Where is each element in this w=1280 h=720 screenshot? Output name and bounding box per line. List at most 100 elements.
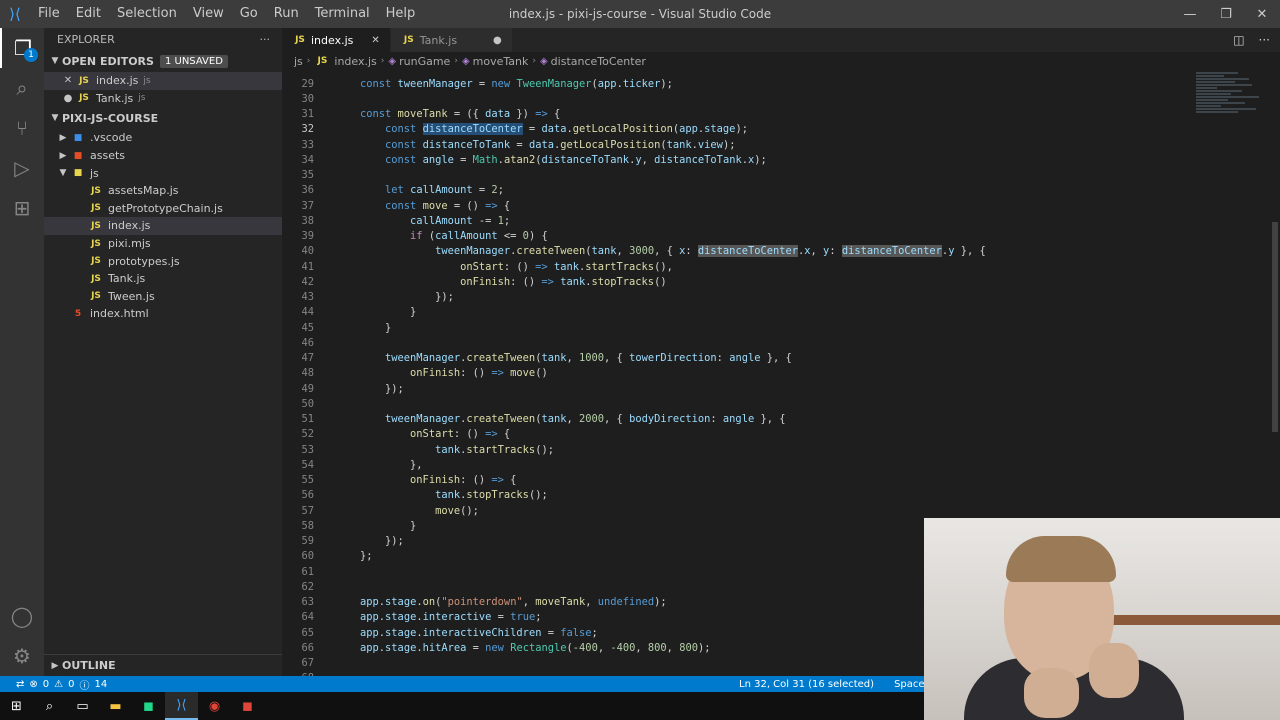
code-line[interactable]: 51 tweenManager.createTween(tank, 2000, … bbox=[282, 412, 1280, 427]
code-line[interactable]: 52 onStart: () => { bbox=[282, 427, 1280, 442]
source-control-icon[interactable]: ⑂ bbox=[0, 108, 44, 148]
code-text[interactable]: const moveTank = ({ data }) => { bbox=[360, 108, 560, 120]
code-line[interactable]: 32 const distanceToCenter = data.getLoca… bbox=[282, 122, 1280, 137]
search-icon[interactable]: ⌕ bbox=[0, 68, 44, 108]
code-line[interactable]: 35 bbox=[282, 168, 1280, 183]
breadcrumb-item[interactable]: js bbox=[294, 55, 303, 68]
code-line[interactable]: 45 } bbox=[282, 320, 1280, 335]
account-icon[interactable]: ◯ bbox=[0, 596, 44, 636]
tree-file[interactable]: JS Tween.js bbox=[44, 288, 282, 306]
code-text[interactable]: onStart: () => tank.startTracks(), bbox=[360, 261, 673, 273]
task-view-icon[interactable]: ▭ bbox=[66, 692, 99, 720]
tree-file[interactable]: JS Tank.js bbox=[44, 270, 282, 288]
code-text[interactable]: }; bbox=[360, 550, 373, 562]
code-text[interactable]: } bbox=[360, 520, 416, 532]
code-line[interactable]: 37 const move = () => { bbox=[282, 198, 1280, 213]
tree-folder-assets[interactable]: ▶ ■ assets bbox=[44, 147, 282, 165]
open-editors-section[interactable]: ▼ OPEN EDITORS 1 UNSAVED bbox=[44, 50, 282, 72]
menu-terminal[interactable]: Terminal bbox=[307, 0, 378, 28]
tree-file-selected[interactable]: JS index.js bbox=[44, 217, 282, 235]
tree-file[interactable]: JS pixi.mjs bbox=[44, 235, 282, 253]
code-line[interactable]: 43 }); bbox=[282, 290, 1280, 305]
code-text[interactable]: if (callAmount <= 0) { bbox=[360, 230, 548, 242]
code-text[interactable]: tank.stopTracks(); bbox=[360, 489, 548, 501]
open-editor-tank-js[interactable]: ● JS Tank.js js bbox=[44, 90, 282, 108]
chrome-icon[interactable]: ◉ bbox=[198, 692, 231, 720]
code-text[interactable]: } bbox=[360, 306, 416, 318]
outline-section[interactable]: ▶ OUTLINE bbox=[44, 654, 282, 676]
menu-edit[interactable]: Edit bbox=[68, 0, 109, 28]
code-line[interactable]: 31 const moveTank = ({ data }) => { bbox=[282, 107, 1280, 122]
cursor-position[interactable]: Ln 32, Col 31 (16 selected) bbox=[739, 679, 874, 690]
code-text[interactable]: callAmount -= 1; bbox=[360, 215, 510, 227]
code-line[interactable]: 34 const angle = Math.atan2(distanceToTa… bbox=[282, 152, 1280, 167]
menu-view[interactable]: View bbox=[185, 0, 232, 28]
project-section[interactable]: ▼ PIXI-JS-COURSE bbox=[44, 107, 282, 129]
code-line[interactable]: 56 tank.stopTracks(); bbox=[282, 488, 1280, 503]
code-text[interactable]: const tweenManager = new TweenManager(ap… bbox=[360, 78, 673, 90]
more-actions-icon[interactable]: ··· bbox=[1259, 33, 1270, 47]
code-text[interactable]: tank.startTracks(); bbox=[360, 444, 554, 456]
code-text[interactable]: tweenManager.createTween(tank, 3000, { x… bbox=[360, 245, 986, 258]
run-debug-icon[interactable]: ▷ bbox=[0, 148, 44, 188]
close-icon[interactable]: ✕ bbox=[371, 35, 379, 46]
tab-index-js[interactable]: JS index.js ✕ bbox=[282, 28, 391, 52]
code-text[interactable]: let callAmount = 2; bbox=[360, 184, 504, 196]
code-text[interactable]: onFinish: () => move() bbox=[360, 367, 548, 379]
breadcrumb-item[interactable]: distanceToCenter bbox=[551, 55, 646, 68]
tree-folder-js[interactable]: ▼ ■ js bbox=[44, 164, 282, 182]
restore-icon[interactable]: ❐ bbox=[1208, 0, 1244, 28]
tree-file[interactable]: JS getPrototypeChain.js bbox=[44, 200, 282, 218]
breadcrumb-item[interactable]: moveTank bbox=[473, 55, 529, 68]
tree-file[interactable]: 5 index.html bbox=[44, 305, 282, 323]
breadcrumb-item[interactable]: index.js bbox=[334, 55, 376, 68]
code-line[interactable]: 49 }); bbox=[282, 381, 1280, 396]
menu-file[interactable]: File bbox=[30, 0, 68, 28]
problems-indicator[interactable]: ⇄ ⊗ 0 ⚠ 0 ⓘ 14 bbox=[0, 677, 107, 692]
code-text[interactable]: onFinish: () => tank.stopTracks() bbox=[360, 276, 666, 288]
split-editor-icon[interactable]: ◫ bbox=[1233, 33, 1244, 47]
code-text[interactable]: }); bbox=[360, 383, 404, 395]
code-text[interactable]: app.stage.hitArea = new Rectangle(-400, … bbox=[360, 642, 710, 654]
code-text[interactable]: const angle = Math.atan2(distanceToTank.… bbox=[360, 154, 767, 166]
code-line[interactable]: 33 const distanceToTank = data.getLocalP… bbox=[282, 137, 1280, 152]
code-text[interactable]: tweenManager.createTween(tank, 1000, { t… bbox=[360, 352, 792, 364]
code-line[interactable]: 53 tank.startTracks(); bbox=[282, 442, 1280, 457]
code-line[interactable]: 44 } bbox=[282, 305, 1280, 320]
code-text[interactable]: onStart: () => { bbox=[360, 428, 510, 440]
tree-file[interactable]: JS assetsMap.js bbox=[44, 182, 282, 200]
code-line[interactable]: 55 onFinish: () => { bbox=[282, 473, 1280, 488]
code-line[interactable]: 47 tweenManager.createTween(tank, 1000, … bbox=[282, 351, 1280, 366]
manage-gear-icon[interactable]: ⚙ bbox=[0, 636, 44, 676]
code-line[interactable]: 29 const tweenManager = new TweenManager(… bbox=[282, 76, 1280, 91]
code-line[interactable]: 46 bbox=[282, 335, 1280, 350]
tree-file[interactable]: JS prototypes.js bbox=[44, 252, 282, 270]
code-line[interactable]: 39 if (callAmount <= 0) { bbox=[282, 229, 1280, 244]
code-line[interactable]: 42 onFinish: () => tank.stopTracks() bbox=[282, 274, 1280, 289]
extensions-icon[interactable]: ⊞ bbox=[0, 188, 44, 228]
code-line[interactable]: 57 move(); bbox=[282, 503, 1280, 518]
windows-start-icon[interactable]: ⊞ bbox=[0, 692, 33, 720]
screen-recorder-icon[interactable]: ◼ bbox=[231, 692, 264, 720]
code-text[interactable]: app.stage.interactive = true; bbox=[360, 611, 542, 623]
code-text[interactable]: const distanceToTank = data.getLocalPosi… bbox=[360, 139, 735, 151]
code-text[interactable]: app.stage.interactiveChildren = false; bbox=[360, 627, 598, 639]
code-line[interactable]: 50 bbox=[282, 396, 1280, 411]
code-line[interactable]: 30 bbox=[282, 91, 1280, 106]
search-icon[interactable]: ⌕ bbox=[33, 692, 66, 720]
pycharm-icon[interactable]: ◼ bbox=[132, 692, 165, 720]
remote-icon[interactable]: ⇄ bbox=[16, 679, 24, 690]
code-text[interactable]: const distanceToCenter = data.getLocalPo… bbox=[360, 123, 748, 136]
open-editor-index-js[interactable]: ✕ JS index.js js bbox=[44, 72, 282, 90]
more-actions-icon[interactable]: ··· bbox=[260, 33, 271, 46]
explorer-icon[interactable]: ❐ 1 bbox=[0, 28, 44, 68]
code-text[interactable]: } bbox=[360, 322, 391, 334]
code-text[interactable]: move(); bbox=[360, 505, 479, 517]
close-icon[interactable]: ✕ bbox=[60, 75, 76, 86]
menu-selection[interactable]: Selection bbox=[109, 0, 185, 28]
code-line[interactable]: 38 callAmount -= 1; bbox=[282, 213, 1280, 228]
code-text[interactable]: }, bbox=[360, 459, 423, 471]
menu-run[interactable]: Run bbox=[266, 0, 307, 28]
code-line[interactable]: 40 tweenManager.createTween(tank, 3000, … bbox=[282, 244, 1280, 259]
code-text[interactable]: onFinish: () => { bbox=[360, 474, 516, 486]
